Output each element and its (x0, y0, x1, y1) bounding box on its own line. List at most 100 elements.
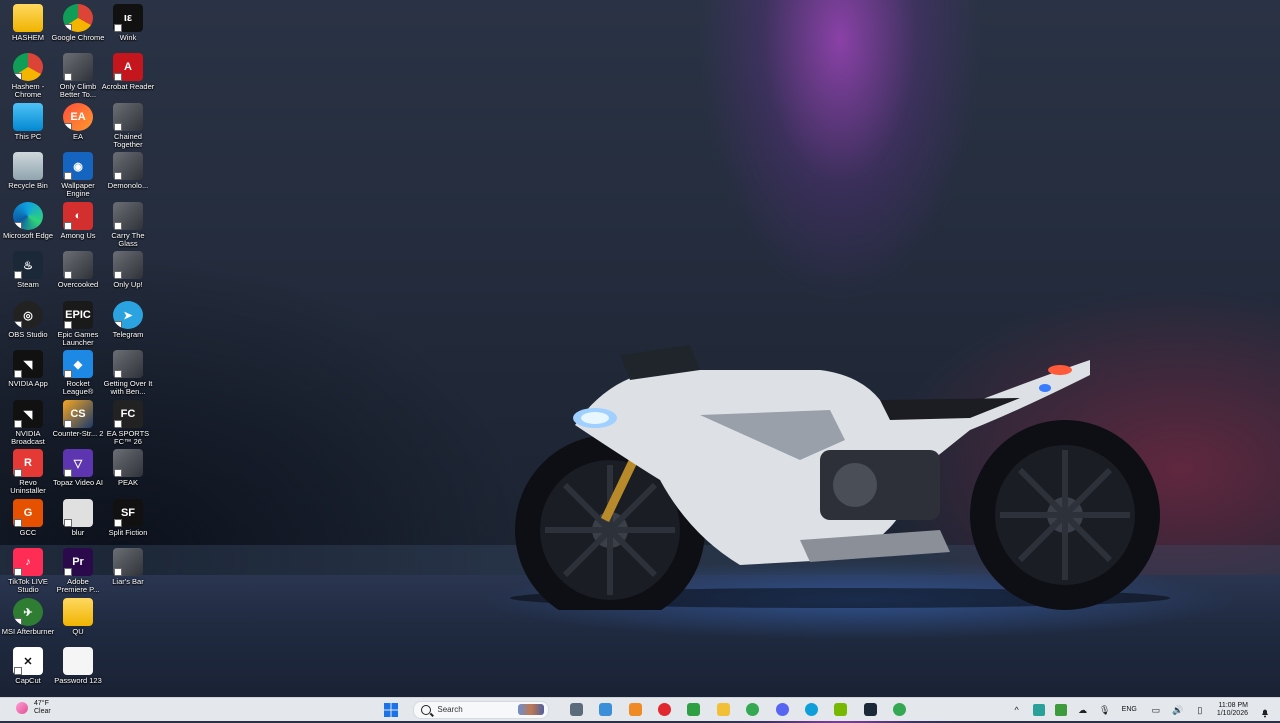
desktop-shortcut[interactable]: Only Climb Better To... (54, 53, 102, 103)
desktop-shortcut[interactable]: HASHEM (4, 4, 52, 54)
desktop-shortcut[interactable]: Overcooked (54, 251, 102, 301)
search-highlight-image (518, 703, 545, 715)
cloud-icon (628, 703, 642, 716)
battery-icon[interactable]: ▯ (1194, 704, 1206, 716)
desktop-shortcut[interactable]: ◥ NVIDIA Broadcast (4, 400, 52, 450)
split-fiction-icon: SF (113, 499, 143, 527)
shortcut-arrow-icon (114, 24, 122, 32)
desktop-shortcut-label: Wallpaper Engine (61, 181, 95, 198)
weather-widget[interactable]: 47°F Clear (16, 700, 51, 716)
microphone-icon[interactable]: 🎙 (1099, 704, 1111, 716)
xbox-icon (687, 703, 701, 716)
desktop-shortcut[interactable]: A Acrobat Reader (101, 53, 155, 103)
desktop-shortcut[interactable]: Pr Adobe Premiere P... (54, 548, 102, 598)
desktop-shortcut[interactable]: Password 123 (54, 647, 102, 697)
search-placeholder: Search (437, 705, 463, 714)
shortcut-arrow-icon (114, 519, 122, 527)
taskbar-app-button[interactable] (801, 700, 823, 719)
desktop-shortcut[interactable]: ◥ NVIDIA App (4, 350, 52, 400)
desktop-shortcut[interactable]: QU (54, 598, 102, 648)
desktop-shortcut-label: TikTok LIVE Studio (8, 577, 48, 594)
desktop-shortcut[interactable]: Getting Over It with Ben... (104, 350, 152, 400)
desktop-shortcut[interactable]: ◎ OBS Studio (4, 301, 52, 351)
language-indicator[interactable]: ENG (1122, 706, 1137, 713)
desktop-shortcut[interactable]: Hashem - Chrome (4, 53, 52, 103)
desktop-shortcut[interactable]: ◐ Among Us (54, 202, 102, 252)
desktop-shortcut-label: Wink (119, 33, 137, 42)
taskbar-app-button[interactable] (889, 700, 911, 719)
desktop-shortcut[interactable]: PEAK (104, 449, 152, 499)
desktop-shortcut-label: Counter-Str... 2 (52, 429, 104, 438)
desktop-shortcut-label: Demonolo... (107, 181, 149, 190)
game-icon (113, 350, 143, 378)
among-us-icon: ◐ (63, 202, 93, 230)
shortcut-arrow-icon (64, 568, 72, 576)
taskbar-app-button[interactable] (683, 700, 705, 719)
desktop-shortcut-label: EA (72, 132, 83, 141)
desktop-shortcut[interactable]: ♨ Steam (4, 251, 52, 301)
desktop-shortcut[interactable]: ✈ MSI Afterburner (2, 598, 54, 648)
desktop-shortcut[interactable]: ▽ Topaz Video AI (53, 449, 103, 499)
onedrive-cloud-icon[interactable]: ☁ (1077, 704, 1089, 716)
show-hidden-icons-chevron-icon[interactable]: ^ (1011, 704, 1023, 716)
desktop-shortcut[interactable]: ιε Wink (104, 4, 152, 54)
volume-icon[interactable]: 🔊 (1172, 704, 1184, 716)
desktop-shortcut[interactable]: ✕ CapCut (4, 647, 52, 697)
taskbar-app-button[interactable] (565, 700, 587, 719)
chrome-icon (893, 703, 907, 716)
desktop-shortcut-label: Acrobat Reader (101, 82, 155, 91)
taskbar-app-button[interactable] (771, 700, 793, 719)
taskbar-search[interactable]: Search (413, 700, 550, 719)
desktop-shortcut-label: QU (72, 627, 84, 636)
ea-icon: EA (63, 103, 93, 131)
desktop-shortcut[interactable]: Microsoft Edge (3, 202, 53, 252)
premiere-icon: Pr (63, 548, 93, 576)
desktop-shortcut-label: Carry The Glass (111, 231, 145, 248)
notification-bell-icon[interactable] (1260, 705, 1270, 717)
desktop-shortcut[interactable]: G GCC (4, 499, 52, 549)
steam-icon (863, 703, 877, 716)
taskbar-app-button[interactable] (742, 700, 764, 719)
desktop-shortcut-label: Only Climb Better To... (59, 82, 97, 99)
taskbar-app-button[interactable] (859, 700, 881, 719)
taskbar-app-button[interactable] (595, 700, 617, 719)
desktop-shortcut[interactable]: EPIC Epic Games Launcher (54, 301, 102, 351)
desktop-shortcut-label: Rocket League® (62, 379, 94, 396)
desktop-shortcut[interactable]: Carry The Glass (104, 202, 152, 252)
taskbar-app-button[interactable] (654, 700, 676, 719)
desktop-shortcut[interactable]: FC EA SPORTS FC™ 26 (104, 400, 152, 450)
desktop-shortcut[interactable]: Only Up! (104, 251, 152, 301)
msi-afterburner-icon: ✈ (13, 598, 43, 626)
desktop-shortcut[interactable]: Google Chrome (52, 4, 104, 54)
taskbar-app-button[interactable] (830, 700, 852, 719)
desktop-shortcut[interactable]: Chained Together (104, 103, 152, 153)
desktop-shortcut[interactable]: SF Split Fiction (104, 499, 152, 549)
clock[interactable]: 11:08 PM 1/10/2026 (1217, 702, 1248, 718)
desktop-shortcut-label: Password 123 (54, 676, 102, 685)
taskbar: 47°F Clear Search ^ ☁ 🎙 ENG ▭ 🔊 ▯ 11:08 … (0, 697, 1280, 721)
shortcut-arrow-icon (64, 519, 72, 527)
shortcut-arrow-icon (64, 370, 72, 378)
start-button[interactable] (380, 700, 402, 719)
taskbar-app-button[interactable] (624, 700, 646, 719)
desktop-shortcut-label: CapCut (15, 676, 41, 685)
desktop-shortcut[interactable]: ◆ Rocket League® (54, 350, 102, 400)
desktop-shortcut[interactable]: ➤ Telegram (104, 301, 152, 351)
tray-app-icon[interactable] (1032, 703, 1045, 716)
network-icon[interactable]: ▭ (1150, 704, 1162, 716)
monitor-icon (13, 103, 43, 131)
desktop-shortcut[interactable]: ♪ TikTok LIVE Studio (4, 548, 52, 598)
desktop-shortcut[interactable]: blur (54, 499, 102, 549)
desktop-shortcut-label: Revo Uninstaller (10, 478, 46, 495)
tray-app-icon[interactable] (1054, 703, 1067, 716)
desktop-shortcut[interactable]: Recycle Bin (4, 152, 52, 202)
desktop-shortcut[interactable]: EA EA (54, 103, 102, 153)
desktop-shortcut[interactable]: ◉ Wallpaper Engine (54, 152, 102, 202)
desktop-shortcut[interactable]: R Revo Uninstaller (4, 449, 52, 499)
taskbar-app-button[interactable] (712, 700, 734, 719)
desktop-shortcut[interactable]: Liar's Bar (104, 548, 152, 598)
desktop-shortcut[interactable]: Demonolo... (104, 152, 152, 202)
shortcut-arrow-icon (114, 271, 122, 279)
desktop-shortcut[interactable]: CS Counter-Str... 2 (52, 400, 104, 450)
desktop-shortcut[interactable]: This PC (4, 103, 52, 153)
